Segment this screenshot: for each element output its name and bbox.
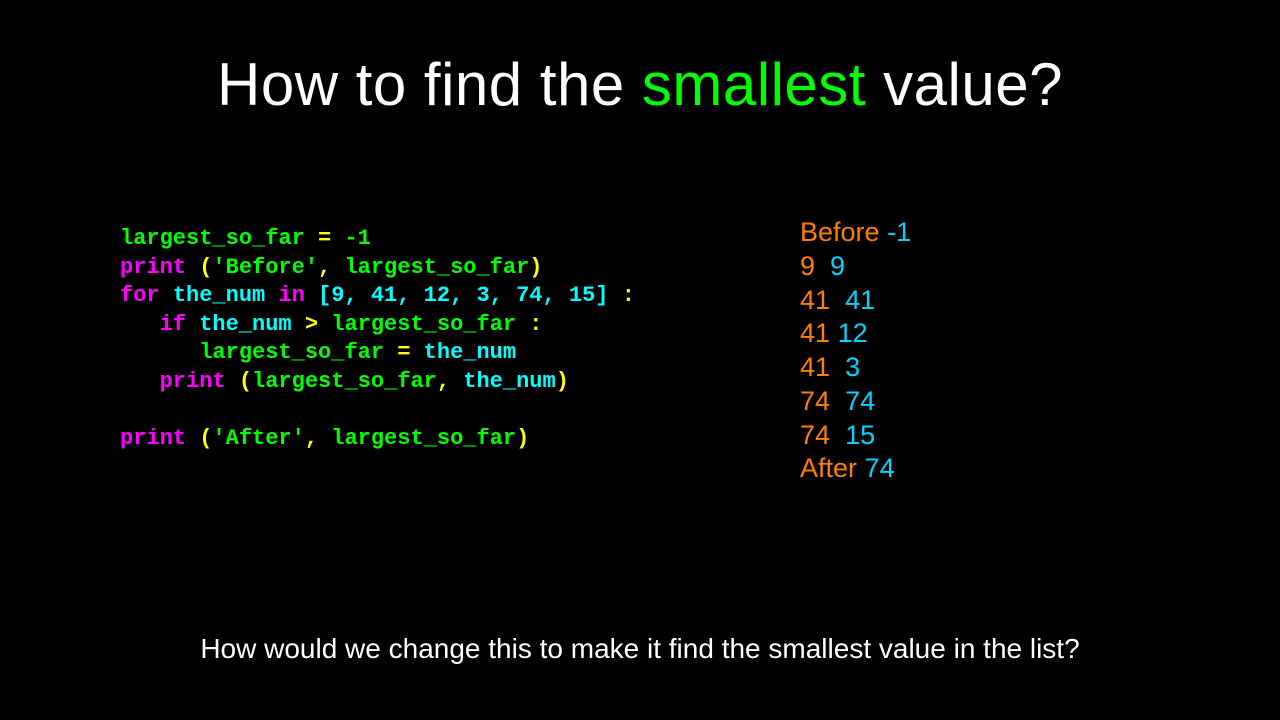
code-t: ) (516, 426, 529, 451)
code-t: 'After' (212, 426, 304, 451)
output-lsf: 41 (800, 352, 830, 382)
output-row: 41 41 (800, 284, 911, 318)
output-lsf: 74 (800, 420, 830, 450)
output-val: 41 (845, 285, 875, 315)
output-lsf: 41 (800, 285, 830, 315)
code-t: ( (199, 255, 212, 280)
code-t (120, 369, 160, 394)
output-after: After 74 (800, 452, 911, 486)
code-t: -1 (344, 226, 370, 251)
output-label: After (800, 453, 857, 483)
slide: How to find the smallest value? largest_… (0, 0, 1280, 720)
title-highlight: smallest (642, 51, 866, 118)
code-t: the_num (199, 312, 291, 337)
output-val: 15 (845, 420, 875, 450)
output-label: Before (800, 217, 880, 247)
output-block: Before -1 9 941 4141 1241 374 7474 15 Af… (800, 216, 911, 486)
output-before: Before -1 (800, 216, 911, 250)
slide-title: How to find the smallest value? (0, 50, 1280, 119)
output-row: 74 74 (800, 385, 911, 419)
code-t: , (305, 426, 331, 451)
output-lsf: 9 (800, 251, 815, 281)
code-block: largest_so_far = -1 print ('Before', lar… (120, 225, 635, 454)
output-lsf: 74 (800, 386, 830, 416)
code-t: the_num (463, 369, 555, 394)
code-t: largest_so_far (199, 340, 384, 365)
code-t: > (292, 312, 332, 337)
code-t: largest_so_far (331, 426, 516, 451)
output-row: 41 12 (800, 317, 911, 351)
code-t: largest_so_far (331, 312, 516, 337)
code-t: , (437, 369, 463, 394)
code-t: for (120, 283, 173, 308)
code-t: : (609, 283, 635, 308)
code-t: largest_so_far (120, 226, 305, 251)
code-t: print (120, 426, 199, 451)
code-t: if (160, 312, 200, 337)
code-t: 'Before' (212, 255, 318, 280)
output-val: 3 (845, 352, 860, 382)
title-post: value? (866, 51, 1063, 118)
code-t: largest_so_far (252, 369, 437, 394)
code-t: [9, 41, 12, 3, 74, 15] (318, 283, 608, 308)
code-t (120, 312, 160, 337)
output-lsf: 41 (800, 318, 830, 348)
code-t: ( (199, 426, 212, 451)
slide-question: How would we change this to make it find… (0, 633, 1280, 665)
output-val: -1 (887, 217, 911, 247)
output-val: 12 (838, 318, 868, 348)
output-row: 9 9 (800, 250, 911, 284)
output-row: 41 3 (800, 351, 911, 385)
code-t: the_num (173, 283, 265, 308)
output-row: 74 15 (800, 419, 911, 453)
code-t: ) (529, 255, 542, 280)
code-t: print (160, 369, 239, 394)
output-val: 74 (845, 386, 875, 416)
code-t: ( (239, 369, 252, 394)
output-val: 74 (865, 453, 895, 483)
code-t: print (120, 255, 199, 280)
code-t: , (318, 255, 344, 280)
code-t: in (265, 283, 318, 308)
code-t: = (305, 226, 345, 251)
code-t (120, 340, 199, 365)
code-t: = (384, 340, 424, 365)
code-t: : (516, 312, 542, 337)
code-t: ) (556, 369, 569, 394)
code-t: largest_so_far (344, 255, 529, 280)
output-val: 9 (830, 251, 845, 281)
title-pre: How to find the (217, 51, 642, 118)
code-t: the_num (424, 340, 516, 365)
